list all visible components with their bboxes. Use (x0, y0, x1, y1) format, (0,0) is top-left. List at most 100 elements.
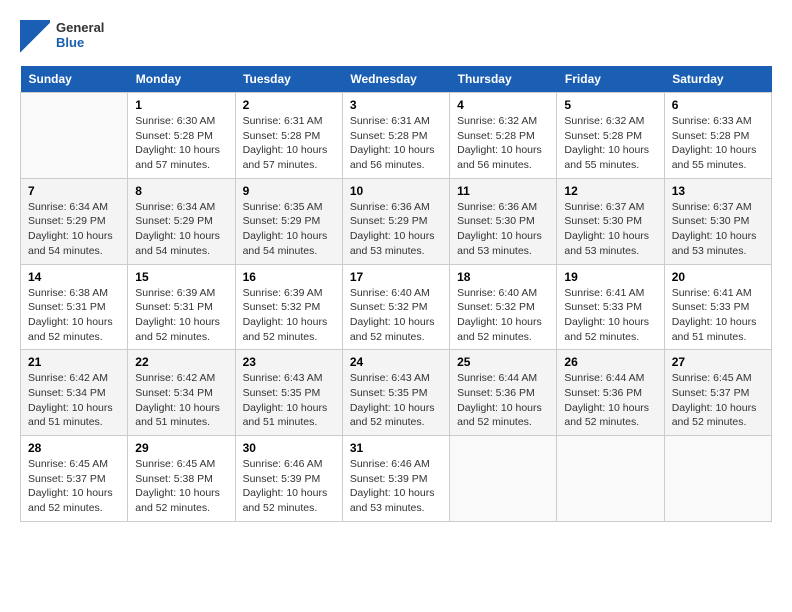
calendar-cell: 5Sunrise: 6:32 AM Sunset: 5:28 PM Daylig… (557, 93, 664, 179)
day-info: Sunrise: 6:46 AM Sunset: 5:39 PM Dayligh… (243, 457, 335, 516)
calendar-cell: 31 Sunrise: 6:46 AM Sunset: 5:39 PM Dayli… (342, 436, 449, 522)
day-number: 26 (564, 355, 656, 369)
day-info: Sunrise: 6:34 AM Sunset: 5:29 PM Dayligh… (28, 200, 120, 259)
calendar-cell (21, 93, 128, 179)
calendar-week-1: 1 Sunrise: 6:30 AM Sunset: 5:28 PM Daylig… (21, 93, 772, 179)
calendar-cell: 30 Sunrise: 6:46 AM Sunset: 5:39 PM Dayli… (235, 436, 342, 522)
day-info: Sunrise: 6:35 AM Sunset: 5:29 PM Dayligh… (243, 200, 335, 259)
day-info: Sunrise: 6:43 AM Sunset: 5:35 PM Dayligh… (350, 371, 442, 430)
day-info: Sunrise: 6:30 AM Sunset: 5:28 PM Dayligh… (135, 114, 227, 173)
calendar-cell: 8 Sunrise: 6:34 AM Sunset: 5:29 PM Daylig… (128, 178, 235, 264)
day-number: 3 (350, 98, 442, 112)
calendar-cell (664, 436, 771, 522)
day-info: Sunrise: 6:40 AM Sunset: 5:32 PM Dayligh… (350, 286, 442, 345)
calendar-cell: 19Sunrise: 6:41 AM Sunset: 5:33 PM Dayli… (557, 264, 664, 350)
day-info: Sunrise: 6:38 AM Sunset: 5:31 PM Dayligh… (28, 286, 120, 345)
day-number: 12 (564, 184, 656, 198)
day-number: 10 (350, 184, 442, 198)
calendar-cell: 17 Sunrise: 6:40 AM Sunset: 5:32 PM Dayli… (342, 264, 449, 350)
day-info: Sunrise: 6:46 AM Sunset: 5:39 PM Dayligh… (350, 457, 442, 516)
weekday-header-monday: Monday (128, 66, 235, 93)
day-number: 7 (28, 184, 120, 198)
day-number: 28 (28, 441, 120, 455)
calendar-cell: 7 Sunrise: 6:34 AM Sunset: 5:29 PM Daylig… (21, 178, 128, 264)
day-info: Sunrise: 6:32 AM Sunset: 5:28 PM Dayligh… (457, 114, 549, 173)
day-number: 31 (350, 441, 442, 455)
day-info: Sunrise: 6:36 AM Sunset: 5:30 PM Dayligh… (457, 200, 549, 259)
calendar-cell: 11Sunrise: 6:36 AM Sunset: 5:30 PM Dayli… (450, 178, 557, 264)
day-number: 17 (350, 270, 442, 284)
weekday-header-tuesday: Tuesday (235, 66, 342, 93)
calendar-cell: 14 Sunrise: 6:38 AM Sunset: 5:31 PM Dayli… (21, 264, 128, 350)
calendar-cell: 10 Sunrise: 6:36 AM Sunset: 5:29 PM Dayli… (342, 178, 449, 264)
calendar-cell: 16 Sunrise: 6:39 AM Sunset: 5:32 PM Dayli… (235, 264, 342, 350)
calendar-body: 1 Sunrise: 6:30 AM Sunset: 5:28 PM Daylig… (21, 93, 772, 522)
day-number: 14 (28, 270, 120, 284)
calendar-cell: 25Sunrise: 6:44 AM Sunset: 5:36 PM Dayli… (450, 350, 557, 436)
day-number: 18 (457, 270, 549, 284)
calendar-cell: 15Sunrise: 6:39 AM Sunset: 5:31 PM Dayli… (128, 264, 235, 350)
calendar-cell: 12Sunrise: 6:37 AM Sunset: 5:30 PM Dayli… (557, 178, 664, 264)
calendar-cell: 22Sunrise: 6:42 AM Sunset: 5:34 PM Dayli… (128, 350, 235, 436)
calendar-week-5: 28 Sunrise: 6:45 AM Sunset: 5:37 PM Dayli… (21, 436, 772, 522)
weekday-header-thursday: Thursday (450, 66, 557, 93)
day-info: Sunrise: 6:44 AM Sunset: 5:36 PM Dayligh… (457, 371, 549, 430)
calendar-week-4: 21 Sunrise: 6:42 AM Sunset: 5:34 PM Dayli… (21, 350, 772, 436)
calendar-cell: 6 Sunrise: 6:33 AM Sunset: 5:28 PM Daylig… (664, 93, 771, 179)
calendar-cell (557, 436, 664, 522)
calendar-cell (450, 436, 557, 522)
calendar-cell: 21 Sunrise: 6:42 AM Sunset: 5:34 PM Dayli… (21, 350, 128, 436)
calendar-cell: 29 Sunrise: 6:45 AM Sunset: 5:38 PM Dayli… (128, 436, 235, 522)
weekday-header-friday: Friday (557, 66, 664, 93)
calendar-week-2: 7 Sunrise: 6:34 AM Sunset: 5:29 PM Daylig… (21, 178, 772, 264)
day-number: 9 (243, 184, 335, 198)
day-number: 5 (564, 98, 656, 112)
day-info: Sunrise: 6:39 AM Sunset: 5:32 PM Dayligh… (243, 286, 335, 345)
day-info: Sunrise: 6:31 AM Sunset: 5:28 PM Dayligh… (350, 114, 442, 173)
day-info: Sunrise: 6:34 AM Sunset: 5:29 PM Dayligh… (135, 200, 227, 259)
day-info: Sunrise: 6:31 AM Sunset: 5:28 PM Dayligh… (243, 114, 335, 173)
day-number: 15 (135, 270, 227, 284)
day-info: Sunrise: 6:40 AM Sunset: 5:32 PM Dayligh… (457, 286, 549, 345)
day-number: 13 (672, 184, 764, 198)
day-number: 22 (135, 355, 227, 369)
day-number: 8 (135, 184, 227, 198)
calendar-table: SundayMondayTuesdayWednesdayThursdayFrid… (20, 66, 772, 522)
calendar-cell: 13 Sunrise: 6:37 AM Sunset: 5:30 PM Dayli… (664, 178, 771, 264)
day-info: Sunrise: 6:36 AM Sunset: 5:29 PM Dayligh… (350, 200, 442, 259)
logo-general: General (56, 20, 104, 35)
weekday-header-wednesday: Wednesday (342, 66, 449, 93)
calendar-cell: 18 Sunrise: 6:40 AM Sunset: 5:32 PM Dayli… (450, 264, 557, 350)
day-info: Sunrise: 6:44 AM Sunset: 5:36 PM Dayligh… (564, 371, 656, 430)
day-info: Sunrise: 6:45 AM Sunset: 5:38 PM Dayligh… (135, 457, 227, 516)
calendar-cell: 24 Sunrise: 6:43 AM Sunset: 5:35 PM Dayli… (342, 350, 449, 436)
day-number: 21 (28, 355, 120, 369)
day-number: 1 (135, 98, 227, 112)
weekday-header-row: SundayMondayTuesdayWednesdayThursdayFrid… (21, 66, 772, 93)
day-number: 23 (243, 355, 335, 369)
logo-blue: Blue (56, 35, 104, 50)
calendar-cell: 28 Sunrise: 6:45 AM Sunset: 5:37 PM Dayli… (21, 436, 128, 522)
day-info: Sunrise: 6:33 AM Sunset: 5:28 PM Dayligh… (672, 114, 764, 173)
day-number: 29 (135, 441, 227, 455)
calendar-cell: 1 Sunrise: 6:30 AM Sunset: 5:28 PM Daylig… (128, 93, 235, 179)
calendar-cell: 9 Sunrise: 6:35 AM Sunset: 5:29 PM Daylig… (235, 178, 342, 264)
day-number: 30 (243, 441, 335, 455)
weekday-header-saturday: Saturday (664, 66, 771, 93)
weekday-header-sunday: Sunday (21, 66, 128, 93)
calendar-week-3: 14 Sunrise: 6:38 AM Sunset: 5:31 PM Dayli… (21, 264, 772, 350)
day-info: Sunrise: 6:45 AM Sunset: 5:37 PM Dayligh… (672, 371, 764, 430)
calendar-cell: 26 Sunrise: 6:44 AM Sunset: 5:36 PM Dayli… (557, 350, 664, 436)
day-number: 16 (243, 270, 335, 284)
day-number: 2 (243, 98, 335, 112)
day-info: Sunrise: 6:37 AM Sunset: 5:30 PM Dayligh… (672, 200, 764, 259)
calendar-cell: 27Sunrise: 6:45 AM Sunset: 5:37 PM Dayli… (664, 350, 771, 436)
logo: General Blue General Blue (20, 20, 104, 50)
day-info: Sunrise: 6:42 AM Sunset: 5:34 PM Dayligh… (28, 371, 120, 430)
calendar-cell: 2 Sunrise: 6:31 AM Sunset: 5:28 PM Daylig… (235, 93, 342, 179)
calendar-cell: 20Sunrise: 6:41 AM Sunset: 5:33 PM Dayli… (664, 264, 771, 350)
page-header: General Blue General Blue (20, 20, 772, 50)
day-info: Sunrise: 6:45 AM Sunset: 5:37 PM Dayligh… (28, 457, 120, 516)
day-number: 6 (672, 98, 764, 112)
day-number: 24 (350, 355, 442, 369)
